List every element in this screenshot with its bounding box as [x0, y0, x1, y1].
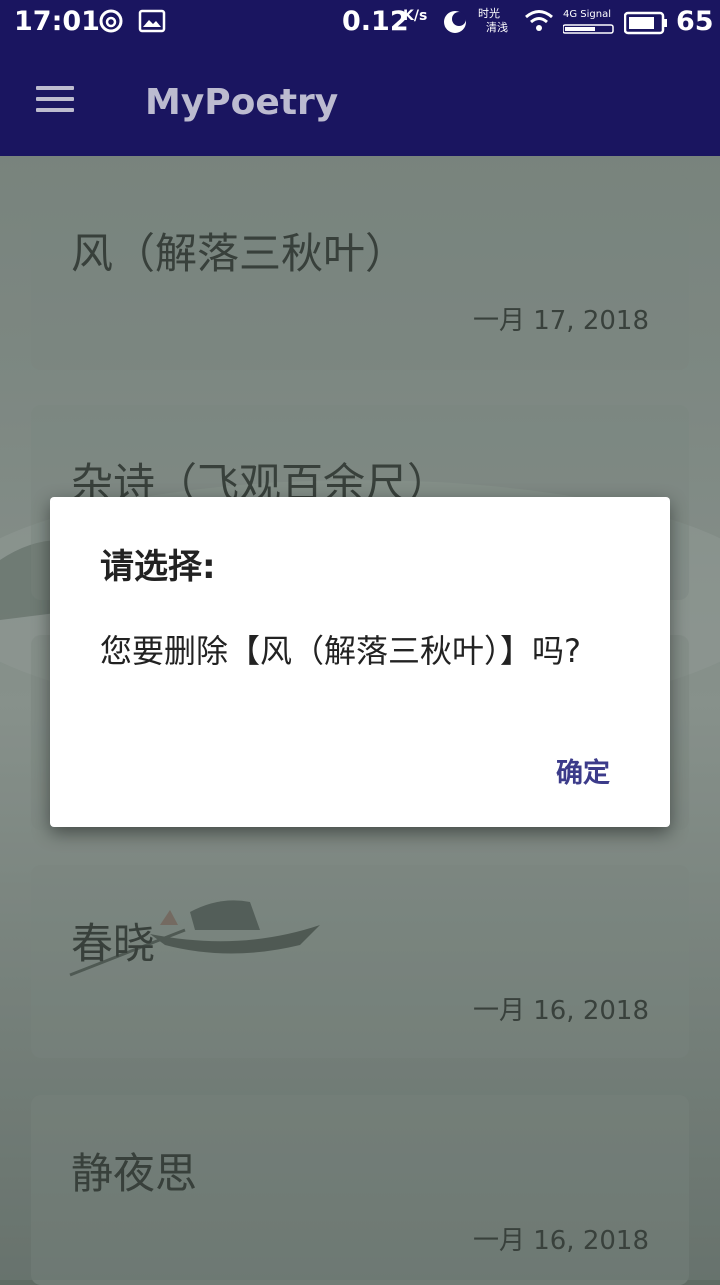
image-notification-icon: [138, 9, 166, 33]
status-time: 17:01: [14, 6, 100, 37]
battery-level: 65: [676, 6, 714, 37]
netease-music-icon: [99, 9, 123, 33]
battery-icon: [624, 11, 667, 35]
delete-confirm-dialog: 请选择: 您要删除【风（解落三秋叶）】吗? 确定: [50, 497, 670, 827]
eye-mode-label-2: 清浅: [486, 21, 508, 34]
wifi-icon: [525, 10, 553, 31]
confirm-button[interactable]: 确定: [556, 751, 610, 790]
hamburger-menu-icon[interactable]: [36, 86, 76, 114]
app-title: MyPoetry: [145, 82, 339, 123]
network-speed-unit: K/s: [403, 8, 428, 24]
dialog-message: 您要删除【风（解落三秋叶）】吗?: [100, 632, 581, 670]
app-bar: MyPoetry: [0, 46, 720, 156]
status-bar: 17:01 0.12 K/s 时光 清浅 4G Signal 65: [0, 0, 720, 46]
network-speed: 0.12: [342, 6, 409, 37]
dialog-title: 请选择:: [100, 547, 216, 587]
cellular-signal-icon: [563, 24, 614, 34]
signal-label: 4G Signal: [563, 9, 612, 20]
eye-comfort-icon: [444, 11, 466, 33]
eye-mode-label-1: 时光: [478, 7, 500, 20]
